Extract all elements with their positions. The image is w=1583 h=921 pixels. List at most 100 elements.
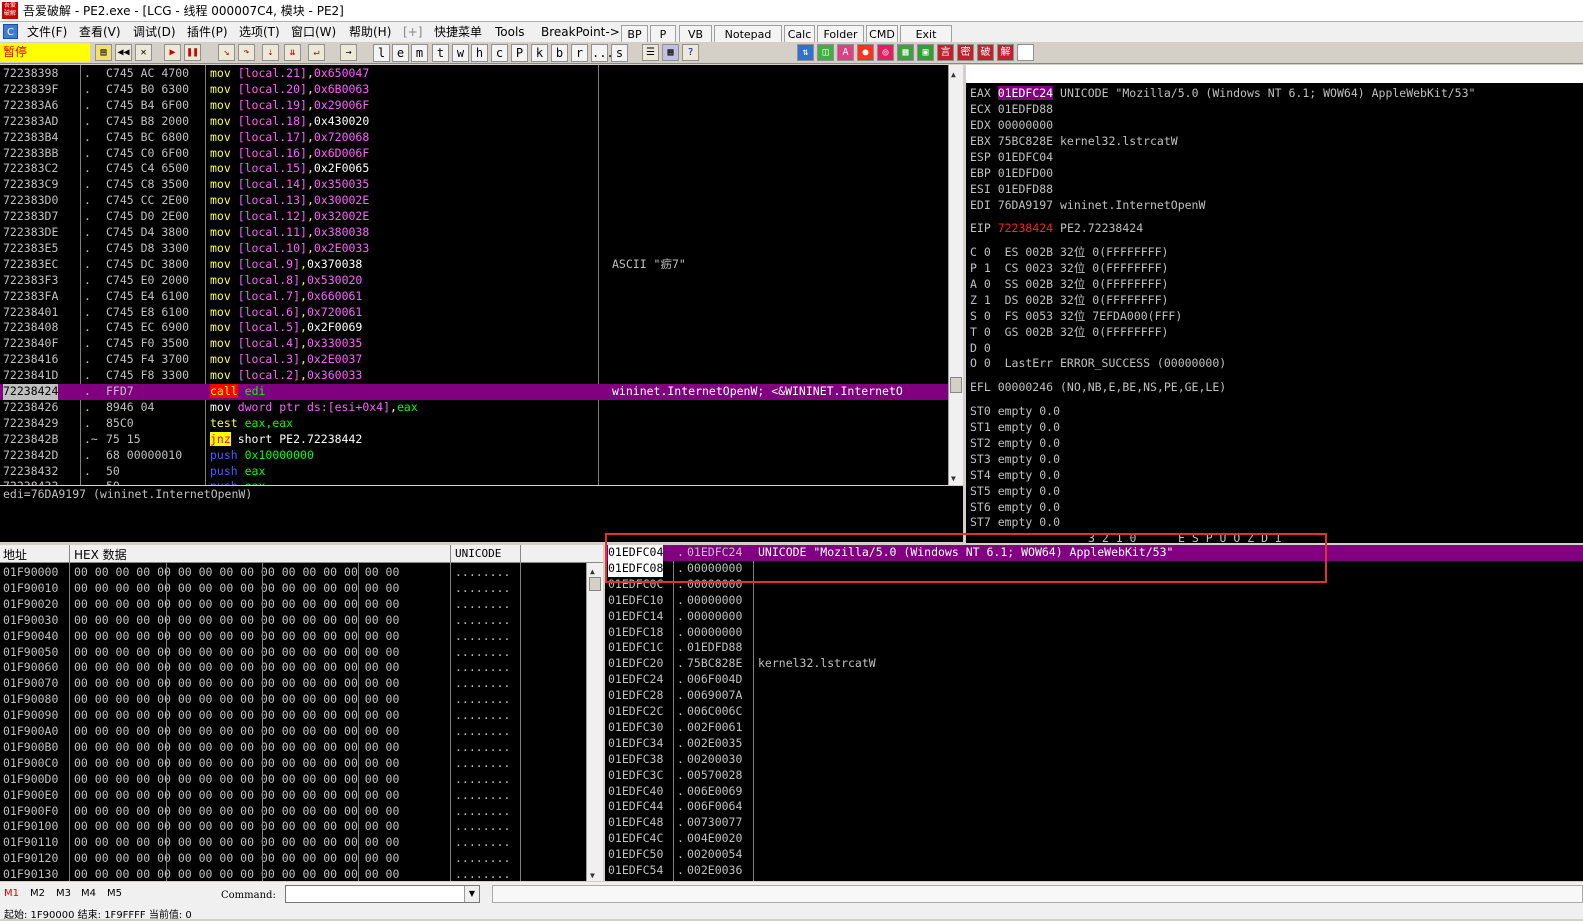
- dump-unicode[interactable]: ........: [455, 645, 510, 661]
- stack-value[interactable]: 006C006C: [687, 704, 742, 720]
- disasm-row[interactable]: 722383B4. C745 BC 6800 mov [local.17],0x72…: [0, 130, 948, 146]
- stack-row[interactable]: 01EDFC54. 002E0036: [605, 863, 1583, 879]
- disasm-scroll-thumb[interactable]: [950, 377, 962, 393]
- reg-ecx[interactable]: ECX 01EDFD88: [970, 102, 1053, 118]
- dump-hex[interactable]: 00 00 00 00 00 00 00 00 00 00 00 00 00 0…: [74, 788, 399, 804]
- dump-hex[interactable]: 00 00 00 00 00 00 00 00 00 00 00 00 00 0…: [74, 597, 399, 613]
- toolbar-t-button[interactable]: t: [432, 44, 449, 62]
- stack-address[interactable]: 01EDFC1C: [608, 640, 663, 656]
- crack-icon[interactable]: 密: [957, 44, 974, 61]
- reg-ebp[interactable]: EBP 01EDFD00: [970, 166, 1053, 182]
- dump-row[interactable]: 01F90050 00 00 00 00 00 00 00 00 00 00 00…: [0, 645, 586, 661]
- stack-address[interactable]: 01EDFC44: [608, 799, 663, 815]
- toolbar-p-button[interactable]: P: [511, 44, 528, 62]
- disasm-address[interactable]: 722383C9: [3, 177, 58, 193]
- toolbar-e-button[interactable]: e: [392, 44, 409, 62]
- reg-esi[interactable]: ESI 01EDFD88: [970, 182, 1053, 198]
- stack-row[interactable]: 01EDFC34. 002E0035: [605, 736, 1583, 752]
- reg-eip[interactable]: EIP 72238424 PE2.72238424: [970, 221, 1143, 237]
- arrow-icon[interactable]: <: [1382, 155, 1389, 173]
- dump-hex[interactable]: 00 00 00 00 00 00 00 00 00 00 00 00 00 0…: [74, 835, 399, 851]
- dump-hex[interactable]: 00 00 00 00 00 00 00 00 00 00 00 00 00 0…: [74, 692, 399, 708]
- target-icon[interactable]: ◎: [877, 44, 894, 61]
- dump-hex[interactable]: 00 00 00 00 00 00 00 00 00 00 00 00 00 0…: [74, 565, 399, 581]
- menu-options[interactable]: 选项(T): [239, 24, 280, 40]
- arrow-icon[interactable]: <: [1540, 227, 1547, 245]
- pause-icon[interactable]: ❚❚: [184, 44, 201, 61]
- chevron-down-icon[interactable]: ▼: [464, 886, 479, 902]
- disasm-instruction[interactable]: mov dword ptr ds:[esi+0x4],eax: [210, 400, 418, 416]
- stack-address[interactable]: 01EDFC54: [608, 863, 663, 879]
- disasm-instruction[interactable]: push eax: [210, 464, 265, 480]
- dump-hex[interactable]: 00 00 00 00 00 00 00 00 00 00 00 00 00 0…: [74, 660, 399, 676]
- toolbar-w-button[interactable]: w: [452, 44, 469, 62]
- stack-row[interactable]: 01EDFC18. 00000000: [605, 625, 1583, 641]
- dump-row[interactable]: 01F90100 00 00 00 00 00 00 00 00 00 00 00…: [0, 819, 586, 835]
- disasm-row[interactable]: 7223842D. 68 00000010 push 0x10000000: [0, 448, 948, 464]
- trace-into-icon[interactable]: ⇣: [262, 44, 279, 61]
- flag-line[interactable]: C 0 ES 002B 32位 0(FFFFFFFF): [970, 245, 1168, 261]
- disasm-address-current[interactable]: 72238424: [3, 384, 59, 400]
- dump-row[interactable]: 01F90090 00 00 00 00 00 00 00 00 00 00 00…: [0, 708, 586, 724]
- disasm-instruction[interactable]: mov [local.6],0x720061: [210, 305, 362, 321]
- dump-unicode[interactable]: ........: [455, 708, 510, 724]
- dump-hex[interactable]: 00 00 00 00 00 00 00 00 00 00 00 00 00 0…: [74, 629, 399, 645]
- disasm-row[interactable]: 72238429. 85C0 test eax,eax: [0, 416, 948, 432]
- dump-scrollbar[interactable]: ▲ ▼: [586, 563, 603, 881]
- disasm-row[interactable]: 722383AD. C745 B8 2000 mov [local.18],0x43…: [0, 114, 948, 130]
- dump-address[interactable]: 01F90020: [3, 597, 58, 613]
- fpu-st2[interactable]: ST2 empty 0.0: [970, 436, 1060, 452]
- reg-edx[interactable]: EDX 00000000: [970, 118, 1053, 134]
- stack-address[interactable]: 01EDFC34: [608, 736, 663, 752]
- disasm-row[interactable]: 72238432. 50 push eax: [0, 464, 948, 480]
- disasm-instruction[interactable]: call edi: [210, 384, 265, 400]
- stack-row[interactable]: 01EDFC3C. 00570028: [605, 768, 1583, 784]
- disasm-row[interactable]: 722383C2. C745 C4 6500 mov [local.15],0x2F…: [0, 161, 948, 177]
- disassembly-pane[interactable]: 72238398. C745 AC 4700 mov [local.21],0x65…: [0, 65, 963, 485]
- menu-file[interactable]: 文件(F): [27, 24, 67, 40]
- disasm-address[interactable]: 72238429: [3, 416, 58, 432]
- disasm-address[interactable]: 72238426: [3, 400, 58, 416]
- disasm-row[interactable]: 7223842B .~ 75 15 jnz short PE2.72238442: [0, 431, 948, 448]
- dump-row[interactable]: 01F90120 00 00 00 00 00 00 00 00 00 00 00…: [0, 851, 586, 867]
- arrow-icon[interactable]: <: [1461, 191, 1468, 209]
- disasm-instruction[interactable]: mov [local.9],0x370038: [210, 257, 362, 273]
- dump-address[interactable]: 01F90050: [3, 645, 58, 661]
- disasm-address[interactable]: 7223840F: [3, 336, 58, 352]
- dump-unicode[interactable]: ........: [455, 835, 510, 851]
- dump-unicode[interactable]: ........: [455, 676, 510, 692]
- dump-scroll-thumb[interactable]: [589, 577, 601, 591]
- step-into-icon[interactable]: ↘: [218, 44, 235, 61]
- flag-line[interactable]: D 0: [970, 341, 991, 357]
- disasm-instruction[interactable]: mov [local.12],0x32002E: [210, 209, 369, 225]
- dump-row[interactable]: 01F90040 00 00 00 00 00 00 00 00 00 00 00…: [0, 629, 586, 645]
- disasm-address[interactable]: 72238433: [3, 479, 58, 485]
- list-icon[interactable]: ☰: [642, 44, 659, 61]
- disasm-address[interactable]: 722383FA: [3, 289, 58, 305]
- dump-col-unicode[interactable]: UNICODE: [455, 547, 501, 560]
- arrow-icon[interactable]: <: [1422, 173, 1429, 191]
- trace-over-icon[interactable]: ⇊: [284, 44, 301, 61]
- toolbar-c-button[interactable]: c: [491, 44, 508, 62]
- disasm-row[interactable]: 722383F3. C745 E0 2000 mov [local.8],0x530…: [0, 273, 948, 289]
- dump-unicode[interactable]: ........: [455, 597, 510, 613]
- toolbar-l-button[interactable]: l: [373, 44, 390, 62]
- menu-shortcuts[interactable]: 快捷菜单: [434, 24, 482, 40]
- registers-pane[interactable]: 寄存器 (FPU) < < < < < < < < EAX 01EDFC24 U…: [966, 65, 1583, 543]
- disasm-address[interactable]: 722383DE: [3, 225, 58, 241]
- step-over-icon[interactable]: ↷: [238, 44, 255, 61]
- tab-m4[interactable]: M4: [81, 888, 96, 899]
- solve-icon[interactable]: 解: [997, 44, 1014, 61]
- menu-debug[interactable]: 调试(D): [133, 24, 176, 40]
- fpu-st7[interactable]: ST7 empty 0.0: [970, 515, 1060, 531]
- stack-value[interactable]: 01EDFD88: [687, 640, 742, 656]
- plugin-icon[interactable]: ◫: [817, 44, 834, 61]
- record-icon[interactable]: ●: [857, 44, 874, 61]
- fpu-st0[interactable]: ST0 empty 0.0: [970, 404, 1060, 420]
- disasm-address[interactable]: 7223839F: [3, 82, 58, 98]
- tab-m2[interactable]: M2: [30, 888, 45, 899]
- disasm-instruction[interactable]: mov [local.20],0x6B0063: [210, 82, 369, 98]
- stack-row[interactable]: 01EDFC44. 006F0064: [605, 799, 1583, 815]
- fpu-st6[interactable]: ST6 empty 0.0: [970, 500, 1060, 516]
- dump-hex[interactable]: 00 00 00 00 00 00 00 00 00 00 00 00 00 0…: [74, 851, 399, 867]
